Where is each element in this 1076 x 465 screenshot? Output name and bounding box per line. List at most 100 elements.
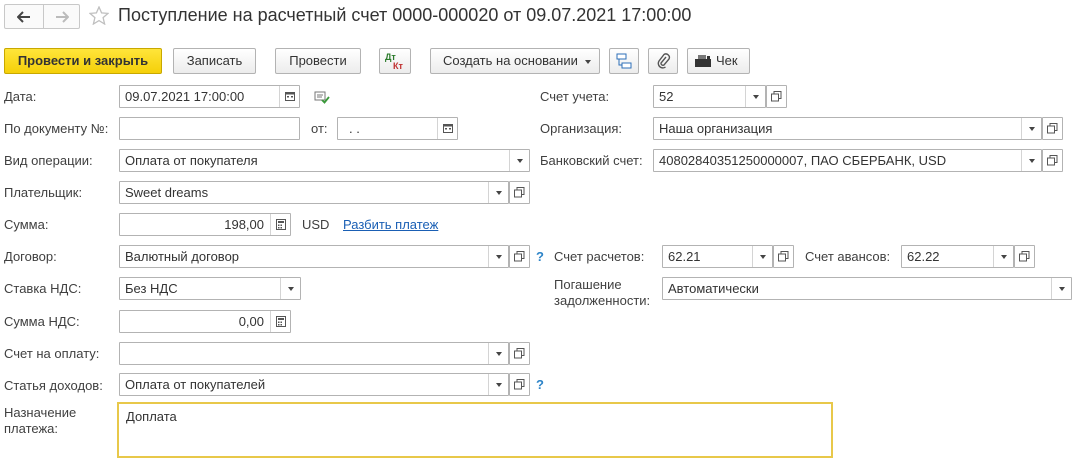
calendar-button[interactable]	[279, 86, 299, 107]
contract-select[interactable]: Валютный договор	[119, 245, 509, 268]
open-form-icon	[1047, 123, 1058, 134]
open-payer-button[interactable]	[509, 181, 530, 204]
open-organization-button[interactable]	[1042, 117, 1063, 140]
chevron-down-icon[interactable]	[745, 86, 765, 107]
chevron-down-icon[interactable]	[752, 246, 772, 267]
page-title: Поступление на расчетный счет 0000-00002…	[118, 5, 692, 25]
invoice-select[interactable]	[119, 342, 509, 365]
cash-register-icon	[695, 55, 711, 67]
date-field[interactable]: 09.07.2021 17:00:00	[119, 85, 300, 108]
operation-type-select[interactable]: Оплата от покупателя	[119, 149, 530, 172]
structure-button[interactable]	[609, 48, 639, 74]
payment-purpose-textarea[interactable]: Доплата	[117, 402, 833, 458]
back-button[interactable]	[5, 5, 44, 28]
receipt-button[interactable]: Чек	[687, 48, 750, 74]
receipt-label: Чек	[716, 53, 738, 68]
amount-input[interactable]: 198,00	[119, 213, 291, 236]
income-item-help-icon[interactable]: ?	[536, 377, 544, 392]
chevron-down-icon[interactable]	[488, 182, 508, 203]
currency-label: USD	[302, 217, 330, 232]
forward-button[interactable]	[44, 5, 80, 28]
open-form-icon	[778, 251, 789, 262]
calculator-button[interactable]	[270, 214, 290, 235]
open-form-icon	[514, 251, 525, 262]
calculator-icon	[276, 219, 286, 230]
payment-purpose-label-line1: Назначение	[4, 405, 77, 420]
payer-value: Sweet dreams	[125, 185, 209, 200]
vat-rate-label: Ставка НДС:	[4, 281, 82, 296]
chevron-down-icon[interactable]	[488, 374, 508, 395]
settlement-account-select[interactable]: 62.21	[662, 245, 773, 268]
chevron-down-icon[interactable]	[488, 246, 508, 267]
open-form-icon	[1019, 251, 1030, 262]
open-form-icon	[1047, 155, 1058, 166]
calculator-icon	[276, 316, 286, 327]
chevron-down-icon[interactable]	[1021, 150, 1041, 171]
debt-repayment-label-line1: Погашение	[554, 277, 622, 292]
bank-account-select[interactable]: 40802840351250000007, ПАО СБЕРБАНК, USD	[653, 149, 1042, 172]
amount-label: Сумма:	[4, 217, 49, 232]
account-select[interactable]: 52	[653, 85, 766, 108]
kt-label: Кт	[393, 61, 403, 71]
from-date-field[interactable]: . .	[337, 117, 458, 140]
star-icon[interactable]	[89, 6, 109, 25]
chevron-down-icon[interactable]	[1021, 118, 1041, 139]
post-button[interactable]: Провести	[275, 48, 361, 74]
debt-repayment-label-line2: задолженности:	[554, 293, 651, 308]
chevron-down-icon[interactable]	[1051, 278, 1071, 299]
debt-repayment-value: Автоматически	[668, 281, 759, 296]
advance-account-label: Счет авансов:	[805, 249, 891, 264]
open-contract-button[interactable]	[509, 245, 530, 268]
chevron-down-icon	[585, 60, 591, 64]
doc-number-label: По документу №:	[4, 121, 109, 136]
vat-amount-input[interactable]: 0,00	[119, 310, 291, 333]
calculator-button[interactable]	[270, 311, 290, 332]
invoice-label: Счет на оплату:	[4, 346, 100, 361]
payment-purpose-label-line2: платежа:	[4, 421, 58, 436]
open-account-button[interactable]	[766, 85, 787, 108]
chevron-down-icon[interactable]	[488, 343, 508, 364]
arrow-left-icon	[17, 11, 30, 23]
attach-button[interactable]	[648, 48, 678, 74]
arrow-right-icon	[56, 11, 69, 23]
date-label: Дата:	[4, 89, 37, 104]
vat-rate-select[interactable]: Без НДС	[119, 277, 301, 300]
split-payment-link[interactable]: Разбить платеж	[343, 217, 438, 232]
document-check-icon[interactable]	[314, 90, 330, 104]
advance-account-select[interactable]: 62.22	[901, 245, 1014, 268]
chevron-down-icon[interactable]	[993, 246, 1013, 267]
amount-value: 198,00	[224, 217, 264, 232]
open-form-icon	[514, 379, 525, 390]
open-bank-account-button[interactable]	[1042, 149, 1063, 172]
open-form-icon	[514, 187, 525, 198]
dt-kt-button[interactable]: Дт Кт	[379, 48, 411, 74]
payer-select[interactable]: Sweet dreams	[119, 181, 509, 204]
nav-buttons	[4, 4, 80, 29]
from-date-label: от:	[311, 121, 328, 136]
calendar-button[interactable]	[437, 118, 457, 139]
debt-repayment-select[interactable]: Автоматически	[662, 277, 1072, 300]
account-value: 52	[659, 89, 674, 104]
open-invoice-button[interactable]	[509, 342, 530, 365]
income-item-select[interactable]: Оплата от покупателей	[119, 373, 509, 396]
open-advance-account-button[interactable]	[1014, 245, 1035, 268]
chevron-down-icon[interactable]	[280, 278, 300, 299]
create-based-on-label: Создать на основании	[443, 53, 578, 68]
calendar-icon	[285, 92, 295, 101]
organization-select[interactable]: Наша организация	[653, 117, 1042, 140]
contract-help-icon[interactable]: ?	[536, 249, 544, 264]
operation-type-label: Вид операции:	[4, 153, 93, 168]
open-settlement-account-button[interactable]	[773, 245, 794, 268]
vat-amount-value: 0,00	[238, 314, 264, 329]
create-based-on-button[interactable]: Создать на основании	[430, 48, 600, 74]
income-item-label: Статья доходов:	[4, 378, 103, 393]
save-button[interactable]: Записать	[173, 48, 256, 74]
doc-number-input[interactable]	[119, 117, 300, 140]
post-and-close-button[interactable]: Провести и закрыть	[4, 48, 162, 74]
open-income-item-button[interactable]	[509, 373, 530, 396]
calendar-icon	[443, 124, 453, 133]
open-form-icon	[771, 91, 782, 102]
organization-value: Наша организация	[659, 121, 773, 136]
vat-rate-value: Без НДС	[125, 281, 178, 296]
chevron-down-icon[interactable]	[509, 150, 529, 171]
